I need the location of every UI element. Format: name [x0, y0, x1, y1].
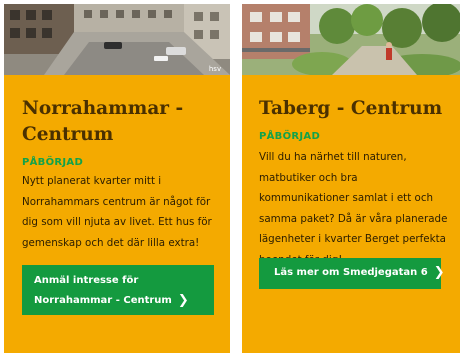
card-title-text: Taberg - Centrum	[259, 98, 443, 119]
project-photo[interactable]	[242, 4, 460, 75]
project-photo[interactable]: hsv	[4, 4, 230, 75]
button-label-line1: Anmäl intresse för	[34, 275, 139, 286]
project-card-norrahammar: hsv Norrahammar - Centrum PÅBÖRJAD Nytt …	[4, 4, 230, 353]
project-card-taberg: Taberg - Centrum PÅBÖRJAD Vill du ha när…	[242, 4, 460, 353]
register-interest-button[interactable]: Anmäl intresse för Norrahammar - Centrum…	[22, 265, 214, 315]
watermark: hsv	[209, 65, 221, 73]
button-label-line2: Norrahammar - Centrum	[34, 295, 172, 306]
card-title: Norrahammar - Centrum	[22, 96, 222, 148]
card-description: Vill du ha närhet till naturen, matbutik…	[259, 151, 448, 266]
building-trees-image	[242, 4, 460, 75]
card-description: Nytt planerat kvarter mitt i Norrahammar…	[22, 175, 212, 249]
courtyard-image: hsv	[4, 4, 230, 75]
button-label: Läs mer om Smedjegatan 6	[274, 267, 428, 278]
card-title: Taberg - Centrum	[259, 96, 459, 122]
read-more-button[interactable]: Läs mer om Smedjegatan 6 ❯	[259, 258, 445, 289]
status-badge: PÅBÖRJAD	[22, 157, 84, 168]
chevron-right-icon: ❯	[433, 265, 445, 280]
status-badge: PÅBÖRJAD	[259, 131, 321, 142]
card-title-text: Norrahammar - Centrum	[22, 98, 184, 145]
chevron-right-icon: ❯	[177, 293, 189, 308]
